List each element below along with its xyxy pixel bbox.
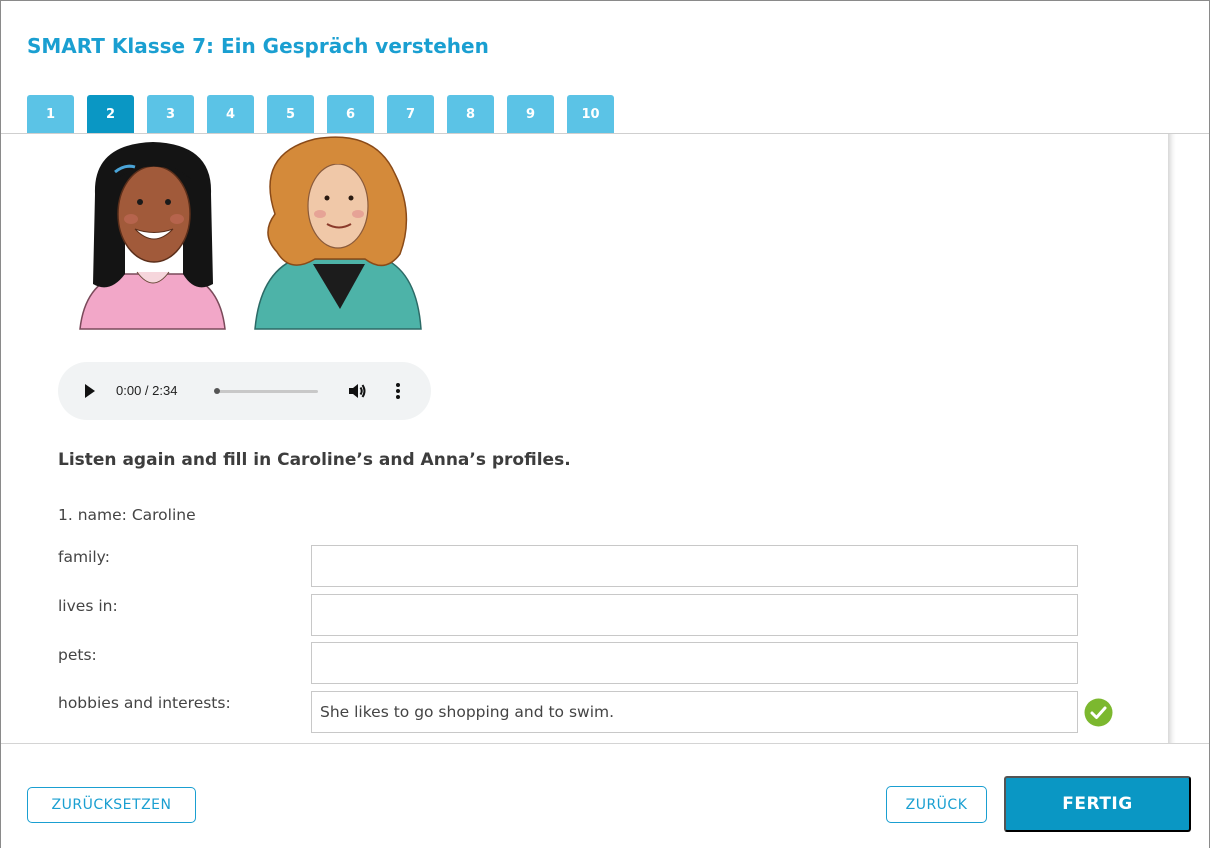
tab-3[interactable]: 3 (147, 95, 194, 133)
audio-progress-handle[interactable] (214, 388, 220, 394)
hobbies-field[interactable]: She likes to go shopping and to swim. (311, 691, 1078, 733)
lives-in-label: lives in: (58, 597, 118, 615)
tab-bar: 1 2 3 4 5 6 7 8 9 10 (27, 95, 627, 133)
tab-5[interactable]: 5 (267, 95, 314, 133)
pets-label: pets: (58, 646, 97, 664)
girl-dark-hair-illustration (79, 142, 226, 330)
tab-10[interactable]: 10 (567, 95, 614, 133)
tab-7[interactable]: 7 (387, 95, 434, 133)
exercise-panel[interactable]: 0:00 / 2:34 Listen again and fill in Car… (10, 134, 1170, 743)
tab-6[interactable]: 6 (327, 95, 374, 133)
audio-player: 0:00 / 2:34 (58, 362, 431, 420)
page-title: SMART Klasse 7: Ein Gespräch verstehen (27, 34, 489, 58)
lives-in-field[interactable] (311, 594, 1078, 636)
reset-button[interactable]: ZURÜCKSETZEN (27, 787, 196, 823)
scroll-shadow (1168, 134, 1176, 743)
hobbies-label: hobbies and interests: (58, 694, 231, 712)
audio-time: 0:00 / 2:34 (116, 383, 178, 398)
back-button[interactable]: ZURÜCK (886, 786, 987, 823)
correct-check-icon (1084, 698, 1113, 727)
tab-2[interactable]: 2 (87, 95, 134, 133)
footer-divider (1, 743, 1209, 744)
tab-1[interactable]: 1 (27, 95, 74, 133)
done-button[interactable]: FERTIG (1004, 776, 1191, 832)
tab-4[interactable]: 4 (207, 95, 254, 133)
audio-progress-track[interactable] (216, 390, 318, 393)
family-label: family: (58, 548, 110, 566)
characters-illustration (79, 136, 422, 330)
tab-9[interactable]: 9 (507, 95, 554, 133)
tab-8[interactable]: 8 (447, 95, 494, 133)
family-field[interactable] (311, 545, 1078, 587)
profile-name-line: 1. name: Caroline (58, 506, 196, 524)
exercise-instruction: Listen again and fill in Caroline’s and … (58, 450, 571, 470)
girl-curly-hair-illustration (254, 136, 422, 330)
more-options-icon[interactable] (392, 380, 404, 402)
play-icon[interactable] (85, 384, 95, 398)
pets-field[interactable] (311, 642, 1078, 684)
volume-icon[interactable] (346, 380, 368, 402)
